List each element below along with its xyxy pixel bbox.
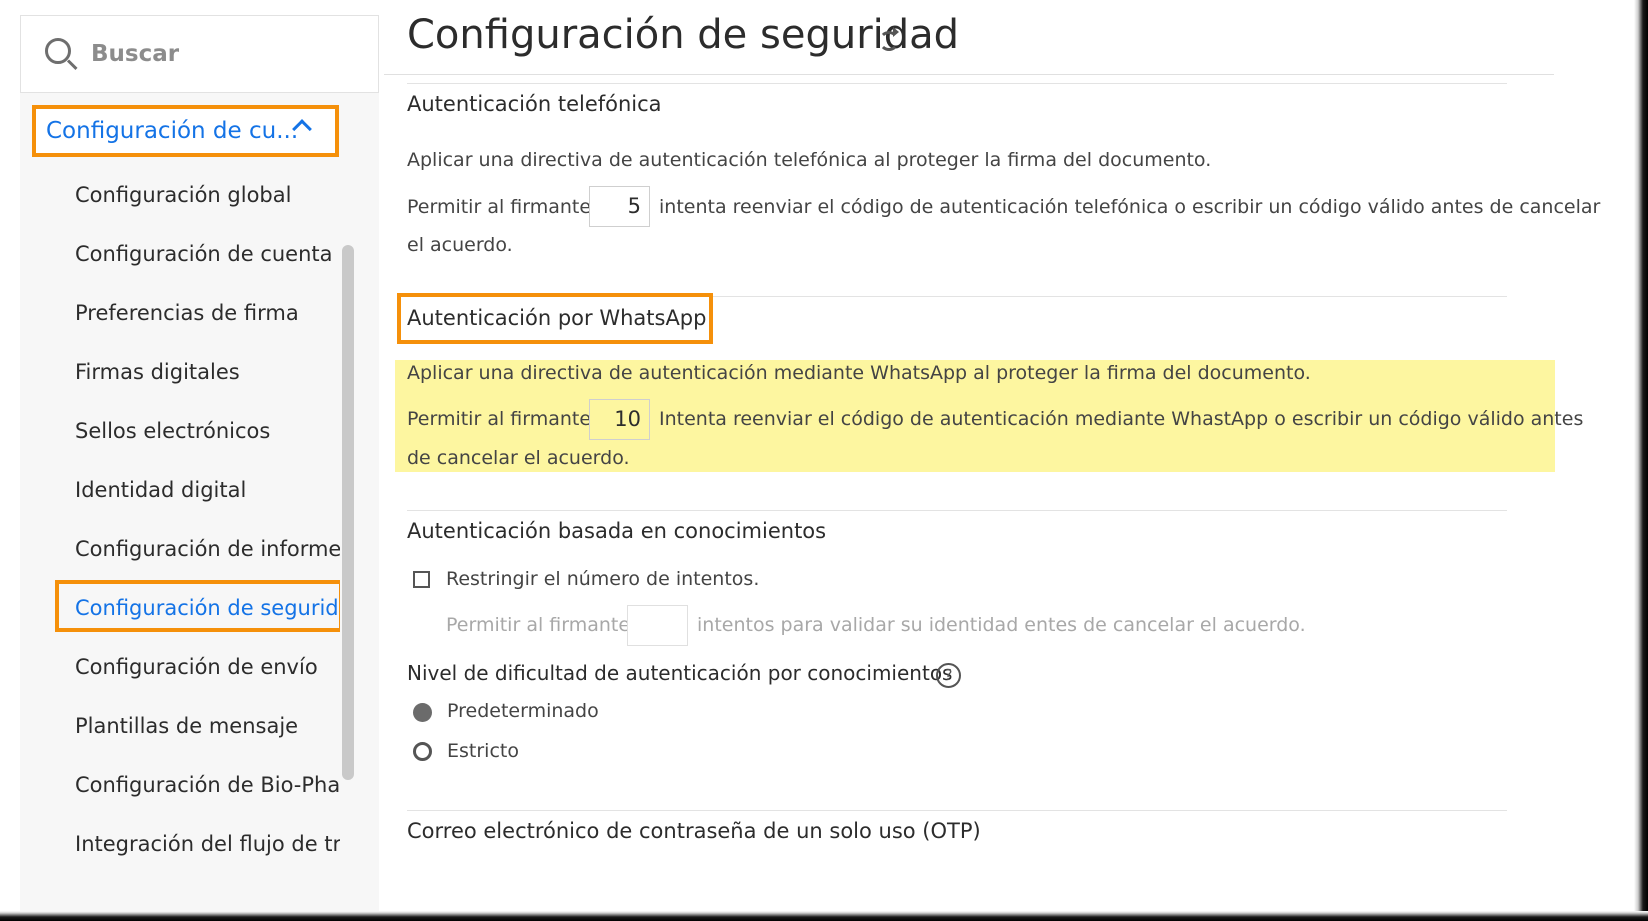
sidebar-item-label: Identidad digital [75,477,247,502]
sidebar-item-security-settings[interactable]: Configuración de seguridad [20,578,340,637]
main-content: Configuración de seguridad Autenticación… [384,0,1624,911]
account-settings-section-header[interactable]: Configuración de cu... [32,105,339,157]
section-divider [407,83,1507,84]
sidebar-item-label: Sellos electrónicos [75,418,271,443]
sidebar-item-label: Configuración de Bio-Pha... [75,772,340,797]
sidebar-item-label: Preferencias de firma [75,300,299,325]
kba-allow-prefix: Permitir al firmante [446,614,631,636]
sidebar-item-digital-signatures[interactable]: Firmas digitales [20,342,340,401]
search-placeholder: Buscar [91,41,180,67]
whatsapp-allow-suffix: Intenta reenviar el código de autenticac… [659,408,1584,430]
kba-difficulty-heading: Nivel de dificultad de autenticación por… [407,661,953,685]
whatsapp-allow-prefix: Permitir al firmante [407,408,592,430]
window-shadow-bottom [0,911,1648,921]
sidebar-item-label: Integración del flujo de tr... [75,831,340,856]
search-input[interactable]: Buscar [20,15,379,93]
phone-auth-description: Aplicar una directiva de autenticación t… [407,149,1212,171]
search-icon [43,36,79,72]
page-title: Configuración de seguridad [407,12,960,58]
refresh-icon[interactable] [879,27,899,51]
whatsapp-allow-end: de cancelar el acuerdo. [407,447,630,469]
sidebar-item-label: Configuración de envío [75,654,318,679]
whatsapp-attempts-input[interactable]: 10 [589,399,650,440]
phone-allow-suffix: intenta reenviar el código de autenticac… [659,196,1601,218]
section-divider [407,510,1507,511]
section-divider [407,810,1507,811]
sidebar-item-label: Configuración global [75,182,292,207]
sidebar-item-label: Configuración de seguridad [75,595,340,620]
phone-auth-heading: Autenticación telefónica [407,92,662,116]
kba-heading: Autenticación basada en conocimientos [407,519,827,543]
sidebar-scrollbar[interactable] [342,245,354,780]
sidebar-item-message-templates[interactable]: Plantillas de mensaje [20,696,340,755]
title-divider [384,74,1554,75]
window-shadow-right [1634,0,1648,921]
sidebar-item-electronic-seals[interactable]: Sellos electrónicos [20,401,340,460]
sidebar-item-send-settings[interactable]: Configuración de envío [20,637,340,696]
section-header-label: Configuración de cu... [46,118,299,144]
sidebar: Buscar Configuración de cu... Configurac… [20,15,379,911]
radio-default-label: Predeterminado [447,700,599,722]
radio-strict[interactable] [413,742,432,761]
sidebar-item-digital-identity[interactable]: Identidad digital [20,460,340,519]
kba-attempts-input[interactable] [627,605,688,646]
radio-default-selected[interactable] [413,703,432,722]
sidebar-item-signature-preferences[interactable]: Preferencias de firma [20,283,340,342]
restrict-attempts-checkbox[interactable] [413,571,430,588]
phone-allow-prefix: Permitir al firmante [407,196,592,218]
restrict-attempts-label: Restringir el número de intentos. [446,568,760,590]
phone-allow-end: el acuerdo. [407,234,513,256]
sidebar-item-label: Configuración de informe [75,536,340,561]
sidebar-item-label: Firmas digitales [75,359,240,384]
radio-strict-label: Estricto [447,740,519,762]
sidebar-item-label: Configuración de cuenta [75,241,333,266]
phone-attempts-input[interactable]: 5 [589,186,650,227]
help-icon[interactable]: ? [936,663,961,688]
whatsapp-auth-heading: Autenticación por WhatsApp [407,306,707,330]
otp-heading: Correo electrónico de contraseña de un s… [407,819,981,843]
kba-allow-suffix: intentos para validar su identidad entes… [697,614,1306,636]
sidebar-item-account-settings[interactable]: Configuración de cuenta [20,224,340,283]
sidebar-item-workflow-integration[interactable]: Integración del flujo de tr... [20,814,340,873]
sidebar-nav: Configuración global Configuración de cu… [20,165,340,873]
sidebar-item-global-settings[interactable]: Configuración global [20,165,340,224]
sidebar-item-label: Plantillas de mensaje [75,713,299,738]
whatsapp-auth-description: Aplicar una directiva de autenticación m… [407,362,1311,384]
sidebar-item-report-settings[interactable]: Configuración de informe [20,519,340,578]
sidebar-item-bio-pharma-settings[interactable]: Configuración de Bio-Pha... [20,755,340,814]
